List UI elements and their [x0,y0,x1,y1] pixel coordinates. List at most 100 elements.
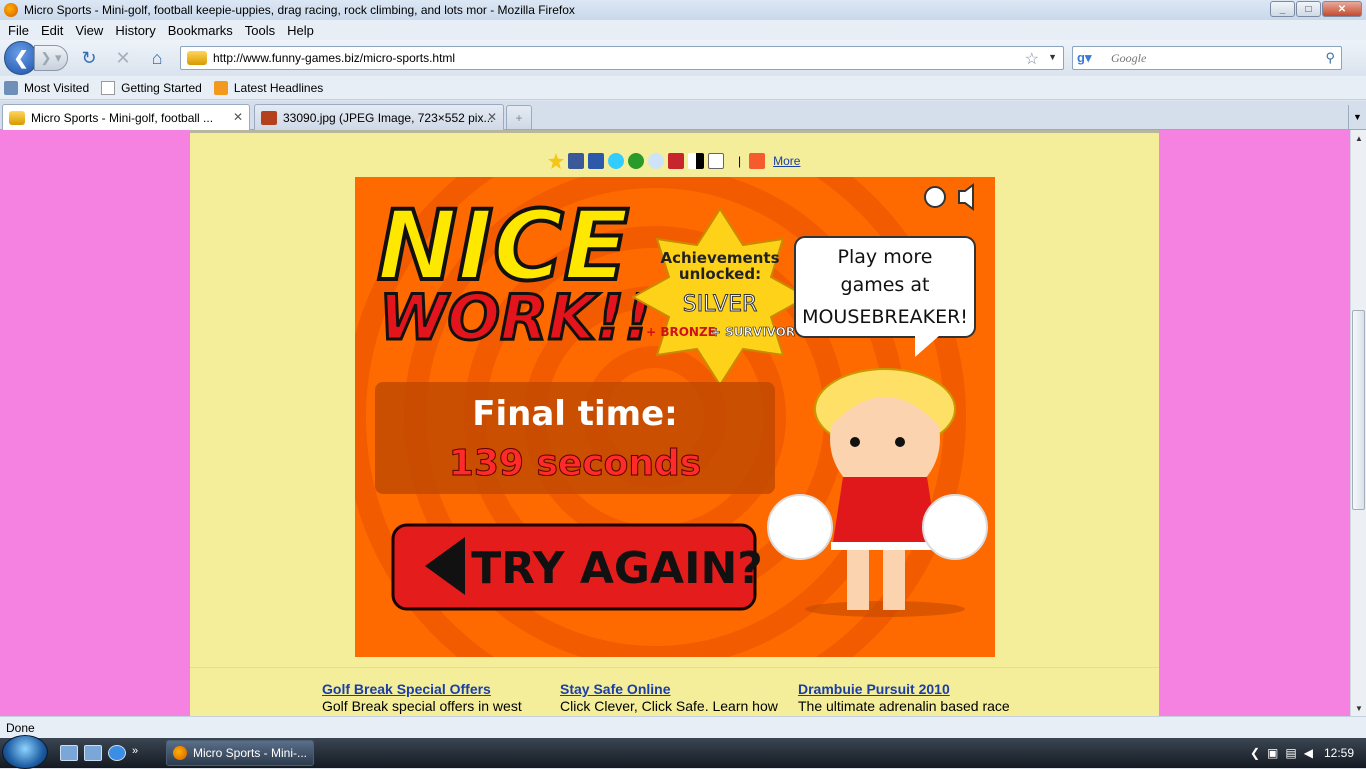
start-button[interactable] [2,735,48,769]
share-separator: | [738,154,742,168]
game-canvas[interactable]: NICE WORK!! Achievements unlocked: SILVE… [355,177,995,657]
bookmark-getting-started[interactable]: Getting Started [101,80,202,95]
forward-arrow-icon: ❯ ▾ [40,50,62,65]
bubble-line-1: Play more [838,246,933,268]
close-window-button[interactable]: ✕ [1322,1,1362,17]
window-titlebar: Micro Sports - Mini-golf, football keepi… [0,0,1366,20]
menu-edit[interactable]: Edit [35,23,69,38]
search-icon[interactable]: ⚲ [1325,50,1335,66]
minimize-button[interactable]: _ [1270,1,1295,17]
tab-list-button[interactable]: ▼ [1348,105,1366,129]
smiley-icon[interactable] [924,186,946,208]
navigation-toolbar: ❮ ❯ ▾ ↻ ✕ ⌂ ☆ ▼ g▾ ⚲ [0,40,1366,76]
nice-work-headline: NICE WORK!! [375,188,654,356]
stumbleupon-icon[interactable] [628,153,644,169]
firefox-icon [173,746,187,760]
search-input[interactable] [1111,50,1311,66]
tab-micro-sports[interactable]: Micro Sports - Mini-golf, football ... ✕ [2,104,250,131]
tab-jpeg-image[interactable]: 33090.jpg (JPEG Image, 723×552 pix... ✕ [254,104,504,130]
maximize-button[interactable]: □ [1296,1,1321,17]
windows-taskbar: » Micro Sports - Mini-... ❮ ▣ ▤ ◀ 12:59 [0,735,1366,769]
switch-windows-icon[interactable] [84,745,102,761]
share-more-link[interactable]: More [773,154,800,168]
scroll-thumb[interactable] [1352,310,1365,510]
tab-close-icon[interactable]: ✕ [487,110,497,124]
stop-button[interactable]: ✕ [110,45,136,71]
search-box[interactable]: g▾ ⚲ [1072,46,1342,70]
email-icon[interactable] [708,153,724,169]
ad-drambuie-link[interactable]: Drambuie Pursuit 2010 [798,681,1028,697]
myspace-icon[interactable] [588,153,604,169]
try-again-button[interactable]: TRY AGAIN? [391,523,763,611]
ad-golf-break-text: Golf Break special offers in west Wales,… [322,698,522,716]
menu-tools[interactable]: Tools [239,23,281,38]
tray-expand-icon[interactable]: ❮ [1250,746,1260,760]
final-time-panel: Final time: 139 seconds [375,382,775,494]
ad-stay-safe-text: Click Clever, Click Safe. Learn how to s… [560,698,778,716]
show-desktop-icon[interactable] [60,745,78,761]
url-bar[interactable]: ☆ ▼ [180,46,1064,70]
vertical-scrollbar[interactable]: ▲ ▼ [1350,130,1366,716]
window-controls: _ □ ✕ [1269,1,1362,17]
url-dropdown-icon[interactable]: ▼ [1048,52,1057,62]
achievement-extra-1: + BRONZE [646,325,716,339]
bookmark-latest-headlines[interactable]: Latest Headlines [213,80,323,95]
forward-button[interactable]: ❯ ▾ [34,45,68,71]
menu-bookmarks[interactable]: Bookmarks [162,23,239,38]
more-plus-icon[interactable] [749,153,766,169]
volume-icon[interactable]: ◀ [1304,746,1313,760]
network-icon[interactable]: ▣ [1267,746,1278,760]
scroll-up-icon[interactable]: ▲ [1351,130,1366,146]
facebook-icon[interactable] [568,153,584,169]
bookmark-most-visited[interactable]: Most Visited [4,80,89,95]
back-arrow-icon: ❮ [13,47,29,68]
ad-links-section: Golf Break Special Offers Golf Break spe… [190,667,1159,716]
twitter-icon[interactable] [608,153,624,169]
quick-launch-more-icon[interactable]: » [132,745,150,761]
menu-help[interactable]: Help [281,23,320,38]
bookmark-star-icon[interactable]: ☆ [1025,49,1039,69]
ad-golf-break: Golf Break Special Offers Golf Break spe… [322,681,552,716]
ad-golf-break-link[interactable]: Golf Break Special Offers [322,681,552,697]
reddit-icon[interactable] [648,153,664,169]
url-input[interactable] [213,51,1013,65]
try-again-label: TRY AGAIN? [471,543,763,594]
reload-button[interactable]: ↻ [76,45,102,71]
back-button[interactable]: ❮ [4,41,38,75]
menu-view[interactable]: View [69,23,109,38]
final-time-label: Final time: [472,394,678,434]
internet-explorer-icon[interactable] [108,745,126,761]
plus-icon: + [515,110,523,125]
clock[interactable]: 12:59 [1324,746,1354,760]
favicon-icon [9,111,25,125]
bubble-line-3: MOUSEBREAKER! [802,306,968,328]
game-scene: NICE WORK!! Achievements unlocked: SILVE… [355,177,988,657]
scroll-down-icon[interactable]: ▼ [1351,700,1366,716]
ad-drambuie-text: The ultimate adrenalin based race powere… [798,698,1021,716]
image-icon [261,110,277,125]
system-tray: ❮ ▣ ▤ ◀ 12:59 [1250,738,1366,768]
display-icon[interactable]: ▤ [1285,746,1296,760]
google-engine-icon[interactable]: g▾ [1077,49,1099,67]
status-text: Done [6,720,35,735]
final-time-value: 139 seconds [449,443,701,484]
ad-stay-safe-link[interactable]: Stay Safe Online [560,681,790,697]
new-tab-button[interactable]: + [506,105,532,129]
menu-file[interactable]: File [2,23,35,38]
home-button[interactable]: ⌂ [144,45,170,71]
tab-close-icon[interactable]: ✕ [233,110,243,124]
achievement-extra-2: + SURVIVOR [711,325,795,339]
sound-icon[interactable] [958,183,974,211]
favorite-star-icon[interactable] [548,153,564,169]
achievements-title-2: unlocked: [679,265,761,283]
menu-history[interactable]: History [109,23,161,38]
ad-stay-safe: Stay Safe Online Click Clever, Click Saf… [560,681,790,716]
share-bar: | More [548,153,800,169]
content-column: | More NICE WORK!! Achievements unlocked… [190,130,1159,716]
firefox-icon [4,3,18,17]
delicious-icon[interactable] [688,153,704,169]
menu-bar: File Edit View History Bookmarks Tools H… [0,20,1366,40]
mixx-icon[interactable] [668,153,684,169]
taskbar-firefox-item[interactable]: Micro Sports - Mini-... [166,740,314,766]
bookmarks-toolbar: Most Visited Getting Started Latest Head… [0,76,1366,100]
